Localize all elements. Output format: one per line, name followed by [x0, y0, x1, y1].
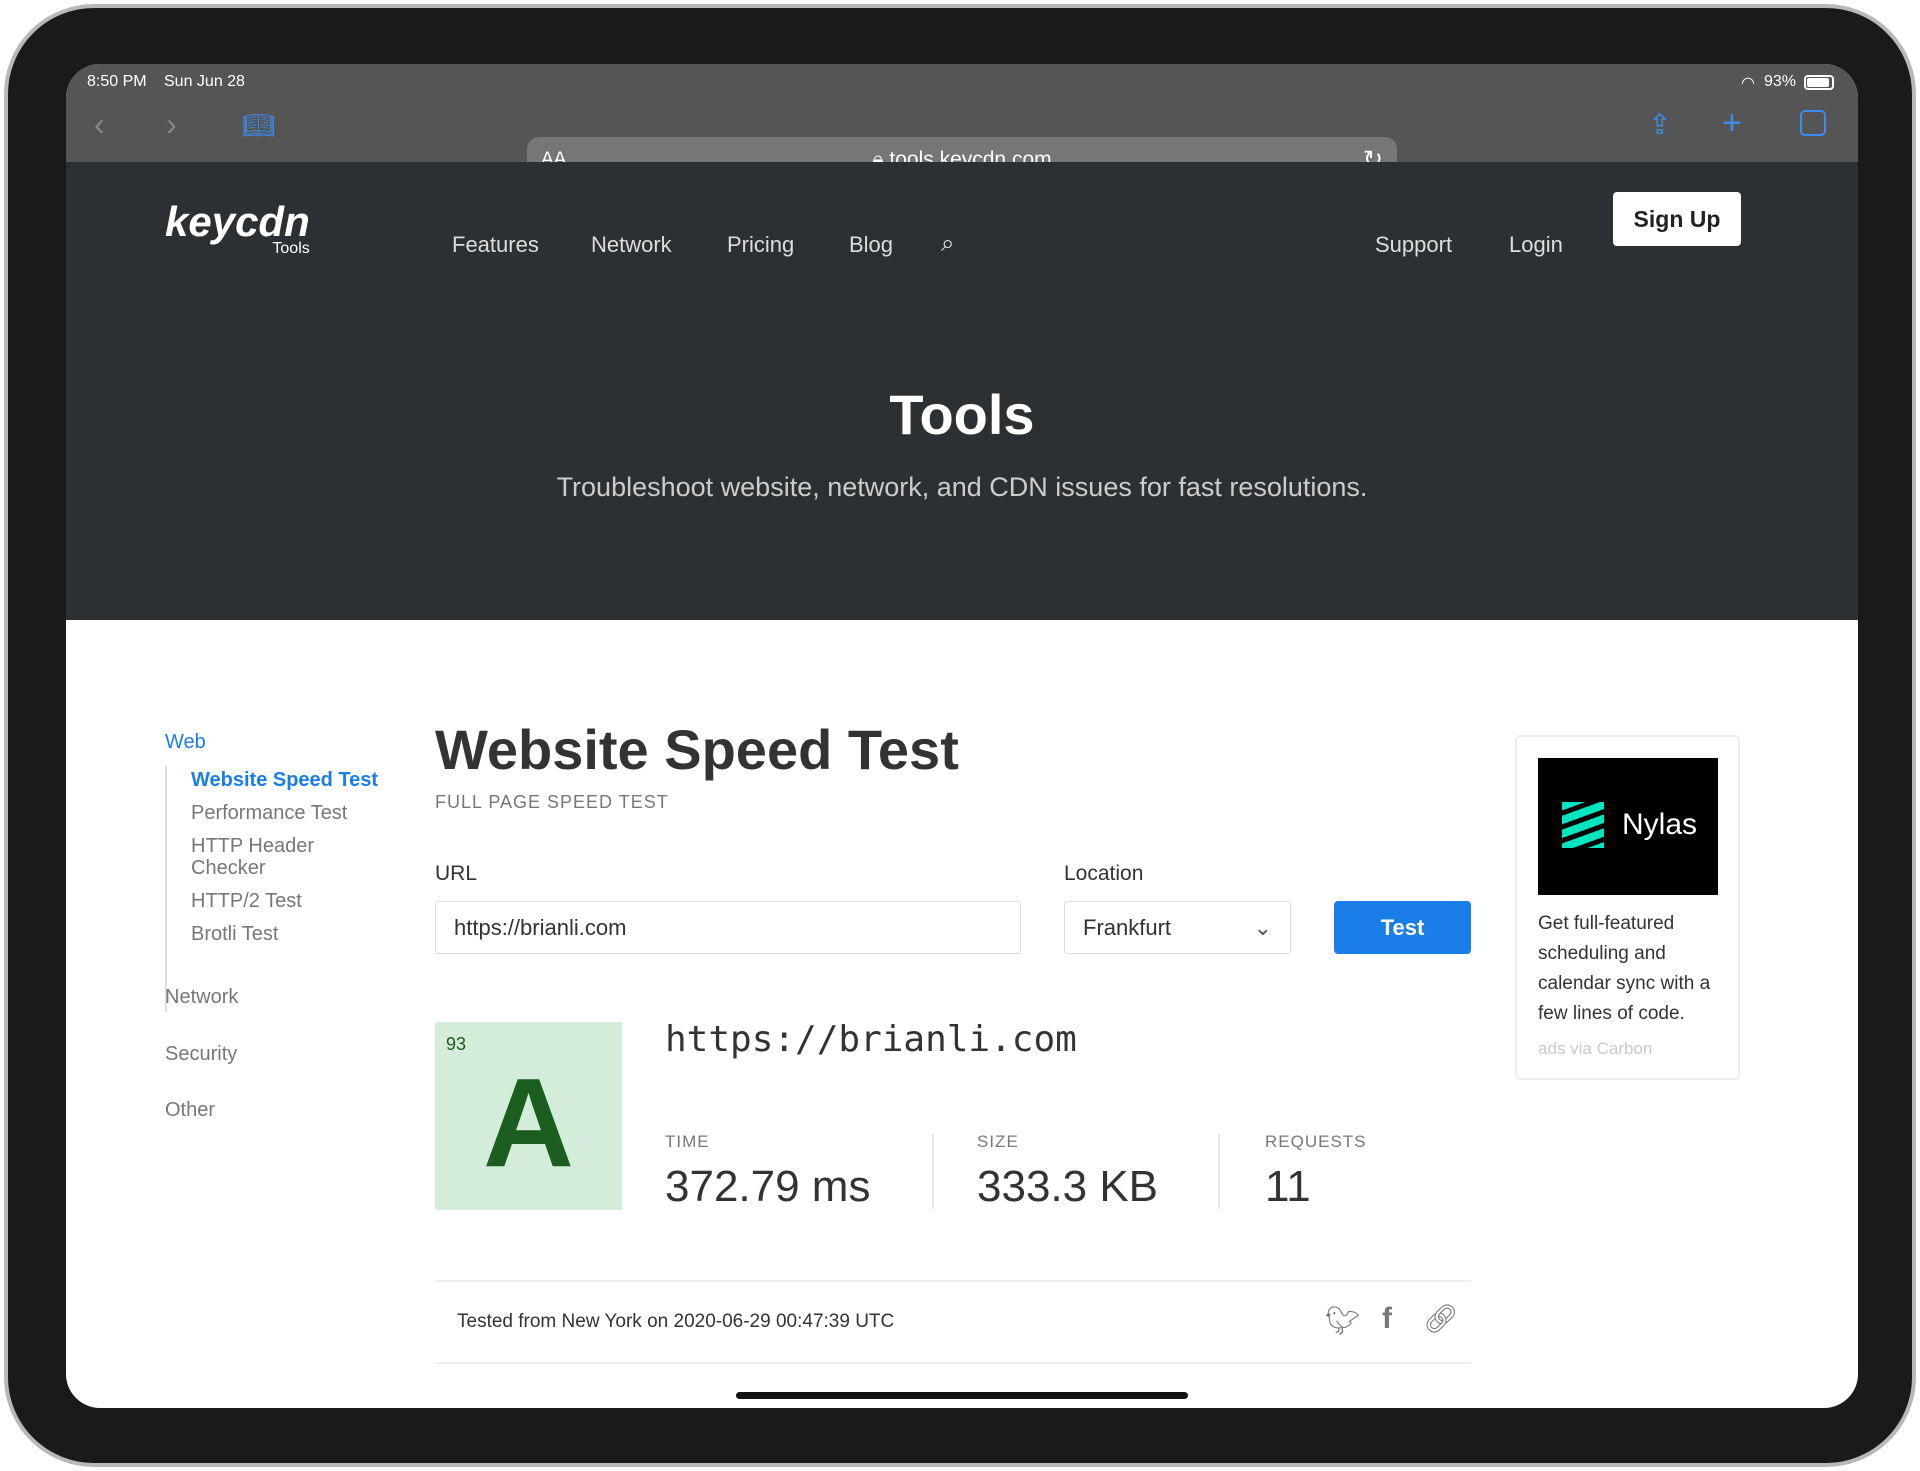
sidebar-item-performance-test[interactable]: Performance Test: [191, 802, 347, 825]
ad-via[interactable]: ads via Carbon: [1538, 1039, 1652, 1059]
battery-icon: [1804, 75, 1834, 90]
share-icon[interactable]: ⇪: [1648, 108, 1671, 141]
url-input[interactable]: https://brianli.com: [435, 901, 1021, 954]
battery-percent: 93%: [1764, 73, 1797, 90]
new-tab-icon[interactable]: +: [1722, 104, 1742, 143]
grade-box: 93 A: [435, 1022, 622, 1210]
grade: A: [483, 1052, 574, 1193]
time-label: TIME: [665, 1132, 710, 1151]
sidebar-network[interactable]: Network: [165, 986, 238, 1009]
sidebar-security[interactable]: Security: [165, 1043, 237, 1066]
status-time: 8:50 PM: [87, 73, 147, 90]
nav-pricing[interactable]: Pricing: [727, 232, 794, 258]
result-footer: Tested from New York on 2020-06-29 00:47…: [435, 1280, 1471, 1364]
sidebar-divider: [165, 766, 167, 1012]
sidebar-item-brotli-test[interactable]: Brotli Test: [191, 923, 278, 946]
requests-value: 11: [1265, 1162, 1311, 1211]
tabs-icon[interactable]: [1800, 110, 1826, 136]
ad-brand: Nylas: [1622, 808, 1698, 841]
bookmarks-icon[interactable]: 📖︎: [242, 110, 275, 141]
test-button[interactable]: Test: [1334, 901, 1471, 954]
screen: 8:50 PM Sun Jun 28 ◠ 93% ‹ › 📖︎ AA 🔒︎ to…: [66, 64, 1858, 1408]
nav-features[interactable]: Features: [452, 232, 539, 258]
sidebar-item-http2-test[interactable]: HTTP/2 Test: [191, 890, 302, 913]
hero-subtitle: Troubleshoot website, network, and CDN i…: [556, 472, 1368, 502]
url-label: URL: [435, 862, 478, 885]
link-icon[interactable]: 🔗︎: [1423, 1302, 1459, 1335]
sign-up-button[interactable]: Sign Up: [1613, 192, 1741, 246]
site-header: keycdn Tools Features Network Pricing Bl…: [66, 162, 1858, 620]
sidebar-item-http-header-checker[interactable]: HTTP Header Checker: [191, 835, 341, 879]
sidebar-other[interactable]: Other: [165, 1099, 215, 1122]
twitter-icon[interactable]: 🐦︎: [1325, 1304, 1361, 1337]
location-value: Frankfurt: [1083, 914, 1172, 940]
page-title: Website Speed Test: [435, 718, 959, 781]
safari-toolbar: ‹ › 📖︎ AA 🔒︎ tools.keycdn.com ↻ ⇪ +: [66, 98, 1858, 183]
time-value: 372.79 ms: [665, 1162, 871, 1211]
nav-network[interactable]: Network: [591, 232, 672, 258]
ad-card[interactable]: Nylas Get full-featured scheduling and c…: [1515, 735, 1740, 1080]
stat-divider: [1218, 1134, 1220, 1209]
stat-divider: [932, 1134, 934, 1209]
sidebar-item-website-speed-test[interactable]: Website Speed Test: [191, 769, 378, 792]
logo-text: keycdn: [165, 198, 310, 245]
chevron-down-icon: ⌄: [1253, 914, 1272, 940]
page-subtitle: FULL PAGE SPEED TEST: [435, 792, 669, 812]
facebook-icon[interactable]: f: [1382, 1302, 1392, 1336]
tested-text: Tested from New York on 2020-06-29 00:47…: [457, 1311, 895, 1332]
back-icon[interactable]: ‹: [94, 106, 105, 143]
nav-login[interactable]: Login: [1509, 232, 1563, 258]
result-url: https://brianli.com: [665, 1019, 1077, 1060]
search-icon[interactable]: ⌕: [941, 230, 954, 258]
home-indicator[interactable]: [736, 1392, 1188, 1399]
logo[interactable]: keycdn Tools: [165, 198, 310, 258]
location-select[interactable]: Frankfurt ⌄: [1064, 901, 1291, 954]
ad-text[interactable]: Get full-featured scheduling and calenda…: [1538, 909, 1728, 1029]
wifi-icon: ◠: [1741, 75, 1755, 92]
nav-support[interactable]: Support: [1375, 232, 1452, 258]
size-value: 333.3 KB: [977, 1162, 1159, 1211]
hero-title: Tools: [889, 383, 1035, 446]
location-label: Location: [1064, 862, 1144, 885]
status-date: Sun Jun 28: [164, 73, 245, 90]
ad-image[interactable]: Nylas: [1538, 758, 1718, 895]
requests-label: REQUESTS: [1265, 1132, 1367, 1151]
sidebar-web[interactable]: Web: [165, 731, 206, 754]
forward-icon[interactable]: ›: [166, 106, 177, 143]
nav-blog[interactable]: Blog: [849, 232, 893, 258]
size-label: SIZE: [977, 1132, 1019, 1151]
nylas-logo-icon: [1562, 802, 1604, 848]
